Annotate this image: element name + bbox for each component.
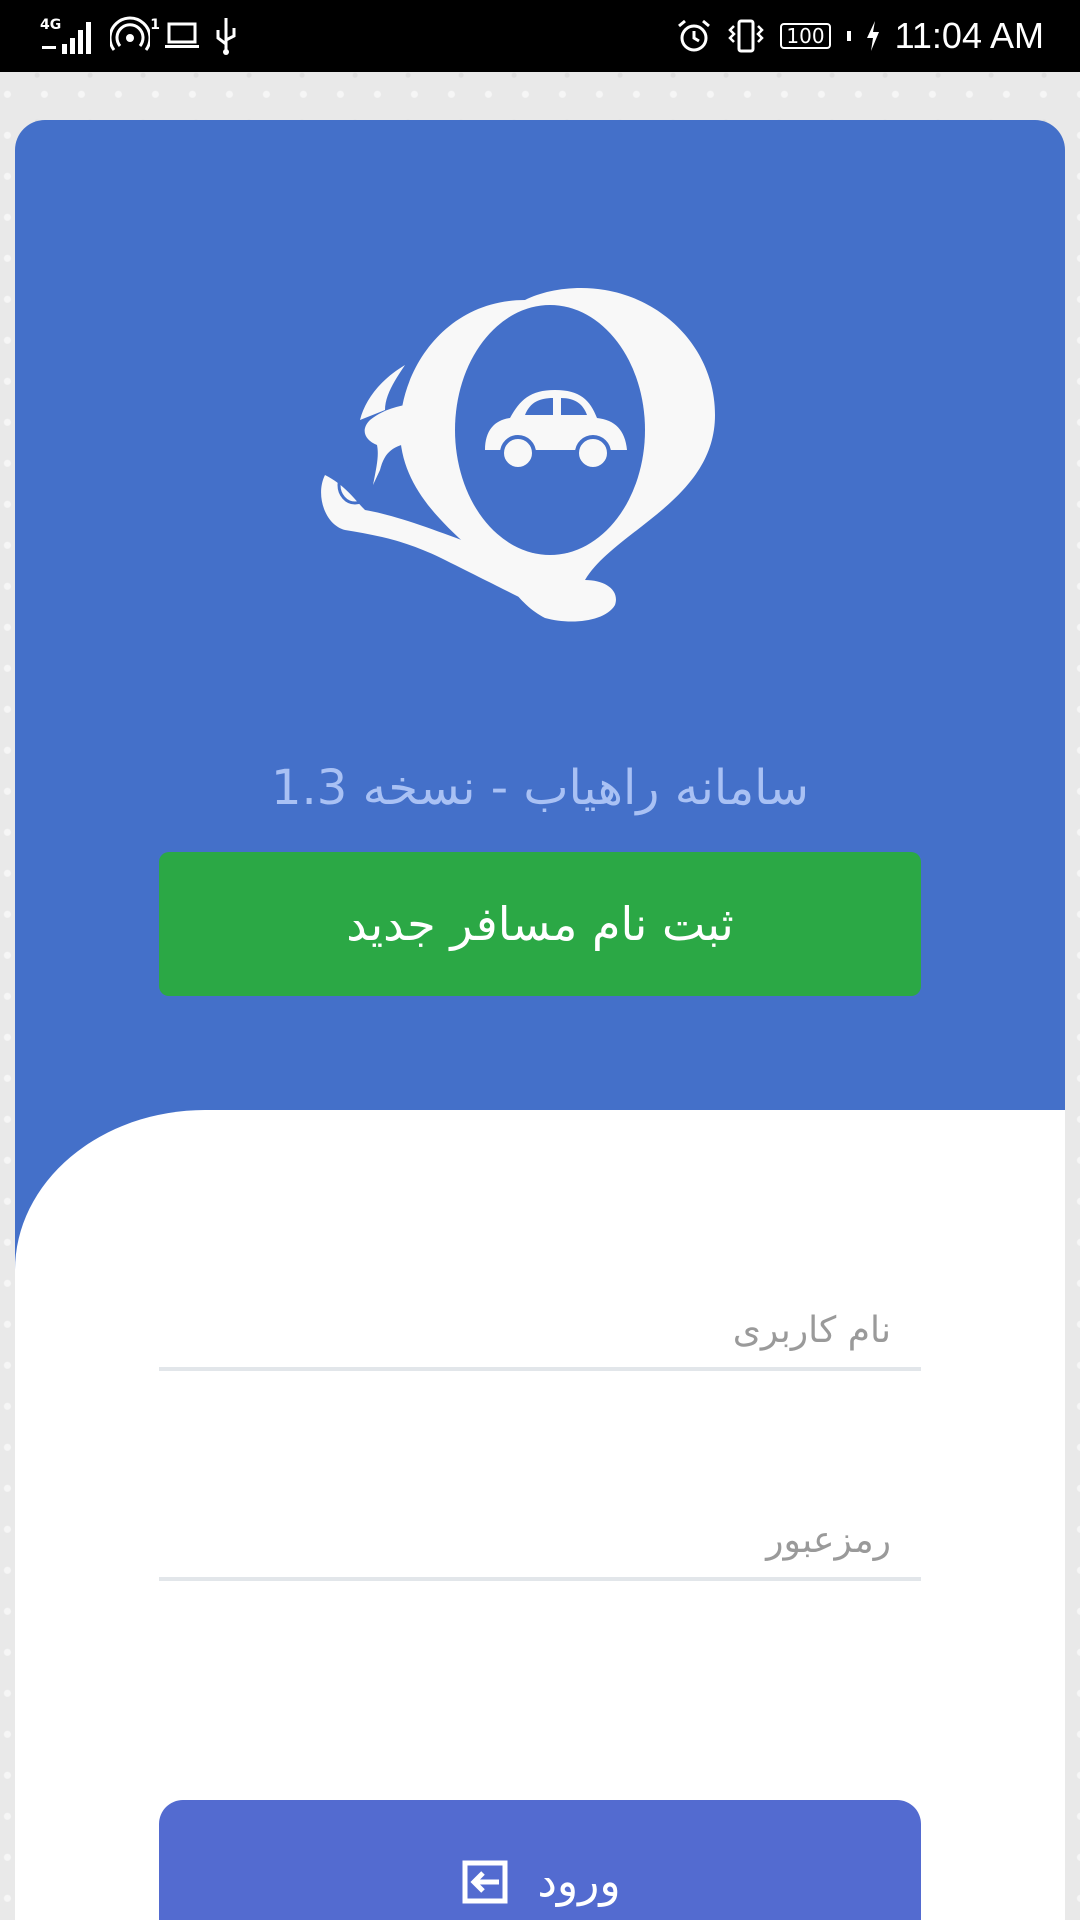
network-type-label: 4G xyxy=(40,17,62,33)
status-left: 4G 1 xyxy=(40,16,238,56)
login-form-panel: ورود xyxy=(15,1110,1065,1920)
username-field-wrapper xyxy=(159,1310,921,1371)
password-input[interactable] xyxy=(159,1520,921,1581)
login-button[interactable]: ورود xyxy=(159,1800,921,1920)
location-pin-car-icon xyxy=(315,280,735,720)
password-field-wrapper xyxy=(159,1520,921,1581)
signal-icon: 4G xyxy=(40,16,96,56)
clock: 11:04 AM xyxy=(894,15,1044,56)
status-bar: 4G 1 100 11:04 AM xyxy=(0,0,1080,72)
usb-icon xyxy=(214,16,238,56)
login-button-label: ورود xyxy=(537,1856,621,1907)
alarm-icon xyxy=(676,18,712,54)
vibrate-icon xyxy=(726,18,766,54)
username-input[interactable] xyxy=(159,1310,921,1371)
charging-icon xyxy=(865,20,881,52)
app-title: سامانه راهیاب - نسخه 1.3 xyxy=(271,760,809,816)
register-new-passenger-button[interactable]: ثبت نام مسافر جدید xyxy=(159,852,921,996)
status-right: 100 11:04 AM xyxy=(676,15,1044,57)
battery-tip xyxy=(846,31,851,41)
login-card: سامانه راهیاب - نسخه 1.3 ثبت نام مسافر ج… xyxy=(15,120,1065,1920)
battery-icon: 100 xyxy=(780,23,831,49)
laptop-icon xyxy=(164,21,200,51)
hotspot-icon: 1 xyxy=(110,16,160,56)
battery-level: 100 xyxy=(786,24,825,48)
login-icon xyxy=(459,1852,511,1912)
hotspot-count: 1 xyxy=(150,17,160,33)
